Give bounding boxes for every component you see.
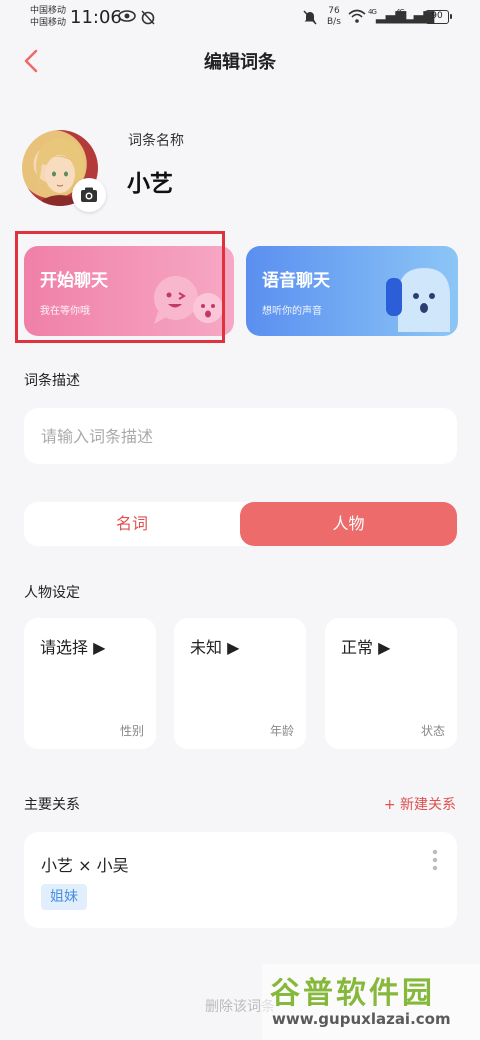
gender-value: 请选择 ▶ [40,638,106,657]
age-value: 未知 ▶ [190,638,240,657]
relation-more-button[interactable] [425,848,445,874]
gender-select[interactable]: 请选择 ▶ 性别 [24,618,156,749]
more-vertical-icon [432,849,438,871]
watermark-url: www.gupuxlazai.com [272,1010,451,1028]
net-speed-unit: B/s [327,17,341,27]
avatar-editor[interactable] [22,130,106,212]
camera-icon [81,187,97,202]
page-title: 编辑词条 [204,52,276,73]
change-avatar-button[interactable] [72,178,106,212]
carrier-2: 中国移动 [30,18,67,28]
settings-label: 人物设定 [24,585,80,601]
type-person-option[interactable]: 人物 [240,502,457,546]
type-noun-option[interactable]: 名词 [24,502,240,546]
entry-name-label: 词条名称 [128,133,184,149]
voice-chat-card[interactable]: 语音聊天 想听你的声音 [246,246,458,336]
new-relation-button[interactable]: + 新建关系 [384,794,456,814]
status-time: 11:06 [70,7,122,28]
voice-chat-title: 语音聊天 [262,271,330,291]
alarm-off-icon [140,9,156,29]
description-input[interactable] [24,408,457,464]
age-caption: 年龄 [269,724,294,738]
net-speed: 76 B/s [327,6,341,28]
wifi-icon [348,9,366,27]
relation-names: 小艺 × 小吴 [41,856,129,875]
watermark-title: 谷普软件园 [270,976,435,1011]
voice-chat-subtitle: 想听你的声音 [262,306,322,317]
battery-indicator: 90 [425,10,452,24]
carrier-1: 中国移动 [30,6,67,16]
mute-icon [302,9,318,29]
voice-mascot-icon [386,268,450,332]
signal-label-1: 4G [368,8,377,16]
highlight-annotation-box [15,231,225,343]
net-speed-value: 76 [328,6,340,16]
gender-caption: 性别 [119,724,144,738]
entry-name[interactable]: 小艺 [127,164,173,198]
status-caption: 状态 [420,724,445,738]
age-select[interactable]: 未知 ▶ 年龄 [174,618,306,749]
status-bar: 中国移动 中国移动 11:06 76 B/s 4G▂▄▆ 4G▂▄▆ 90 [0,0,480,36]
type-toggle: 名词 人物 [24,502,457,546]
eye-icon [118,9,136,27]
relation-item[interactable]: 小艺 × 小吴 姐妹 [24,832,457,928]
signal-label-2: 4G [396,8,405,16]
header: 编辑词条 [0,36,480,86]
relations-label: 主要关系 [24,797,80,813]
description-label: 词条描述 [24,373,80,389]
status-select[interactable]: 正常 ▶ 状态 [325,618,457,749]
relation-tag: 姐妹 [41,884,87,910]
carrier-info: 中国移动 中国移动 [30,5,66,29]
watermark: 谷普软件园 www.gupuxlazai.com [262,964,480,1040]
status-value: 正常 ▶ [341,638,391,657]
